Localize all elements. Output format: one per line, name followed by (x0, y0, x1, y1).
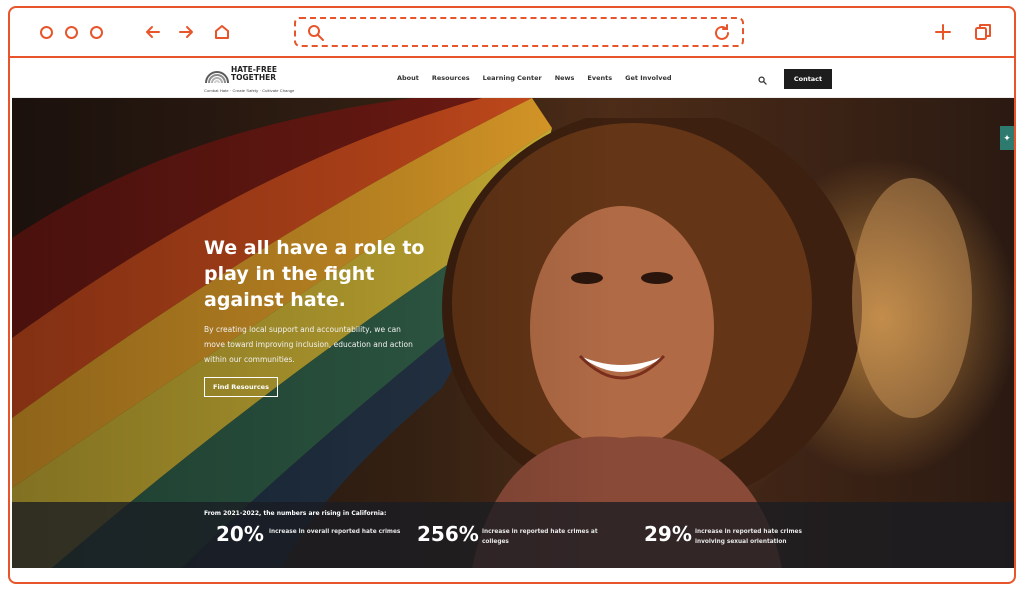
site-search-icon[interactable] (758, 76, 767, 85)
site-logo[interactable]: HATE-FREE TOGETHER Combat Hate · Create … (204, 64, 294, 96)
window-dot-maximize[interactable] (90, 26, 103, 39)
stat-item: 29% increase in reported hate crimes inv… (644, 522, 844, 552)
stat-item: 20% increase in overall reported hate cr… (216, 522, 416, 552)
nav-item-learning-center[interactable]: Learning Center (483, 74, 542, 82)
window-dot-minimize[interactable] (65, 26, 78, 39)
back-arrow-icon[interactable] (142, 21, 164, 43)
home-icon[interactable] (211, 21, 233, 43)
nav-item-get-involved[interactable]: Get Involved (625, 74, 671, 82)
new-tab-plus-icon[interactable] (932, 21, 954, 43)
reload-icon[interactable] (712, 23, 732, 43)
tabs-overview-icon[interactable] (972, 21, 994, 43)
accessibility-tab-icon[interactable]: ✦ (1000, 126, 1014, 150)
search-icon (308, 25, 324, 41)
main-nav: About Resources Learning Center News Eve… (397, 74, 685, 82)
stats-intro: From 2021-2022, the numbers are rising i… (204, 510, 387, 517)
browser-toolbar (10, 8, 1014, 58)
stat-item: 256% increase in reported hate crimes at… (417, 522, 637, 552)
hero-description: By creating local support and accountabi… (204, 325, 413, 364)
stat-value: 256% (417, 522, 479, 546)
window-dot-close[interactable] (40, 26, 53, 39)
stat-description: increase in reported hate crimes at coll… (482, 529, 598, 545)
hero-overlay (12, 98, 1014, 568)
logo-tagline: Combat Hate · Create Safety · Cultivate … (204, 88, 295, 93)
stat-value: 29% (644, 522, 692, 546)
website-viewport: HATE-FREE TOGETHER Combat Hate · Create … (12, 60, 1014, 580)
address-bar[interactable] (294, 17, 744, 47)
nav-item-events[interactable]: Events (587, 74, 612, 82)
rainbow-logo-icon (205, 71, 229, 84)
nav-item-about[interactable]: About (397, 74, 419, 82)
stats-band: From 2021-2022, the numbers are rising i… (12, 502, 1014, 568)
contact-button[interactable]: Contact (784, 69, 832, 89)
hero-section: ✦ We all have a role to play in the figh… (12, 98, 1014, 568)
stat-description: increase in overall reported hate crimes (269, 529, 401, 535)
stat-value: 20% (216, 522, 264, 546)
browser-window: HATE-FREE TOGETHER Combat Hate · Create … (8, 6, 1016, 584)
forward-arrow-icon[interactable] (175, 21, 197, 43)
hero-title: We all have a role to play in the fight … (204, 237, 425, 311)
logo-title: HATE-FREE TOGETHER (231, 65, 277, 82)
find-resources-button[interactable]: Find Resources (204, 377, 278, 397)
stat-description: increase in reported hate crimes involvi… (695, 529, 802, 545)
site-header: HATE-FREE TOGETHER Combat Hate · Create … (12, 60, 1014, 98)
nav-item-news[interactable]: News (555, 74, 575, 82)
nav-item-resources[interactable]: Resources (432, 74, 470, 82)
